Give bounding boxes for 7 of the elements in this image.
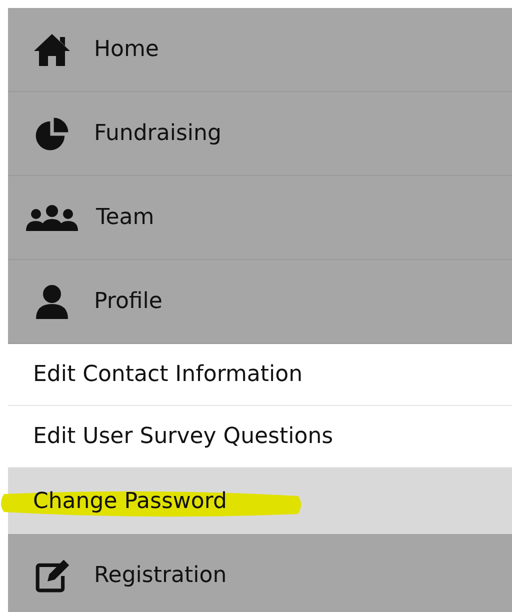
- menu-item[interactable]: Home: [8, 8, 512, 92]
- menu-item[interactable]: Team: [8, 176, 512, 260]
- menu-item[interactable]: Fundraising: [8, 92, 512, 176]
- menu-item[interactable]: Profile: [8, 260, 512, 344]
- home-icon: [32, 32, 72, 68]
- menu-item[interactable]: Registration: [8, 534, 512, 612]
- team-icon: [24, 202, 80, 232]
